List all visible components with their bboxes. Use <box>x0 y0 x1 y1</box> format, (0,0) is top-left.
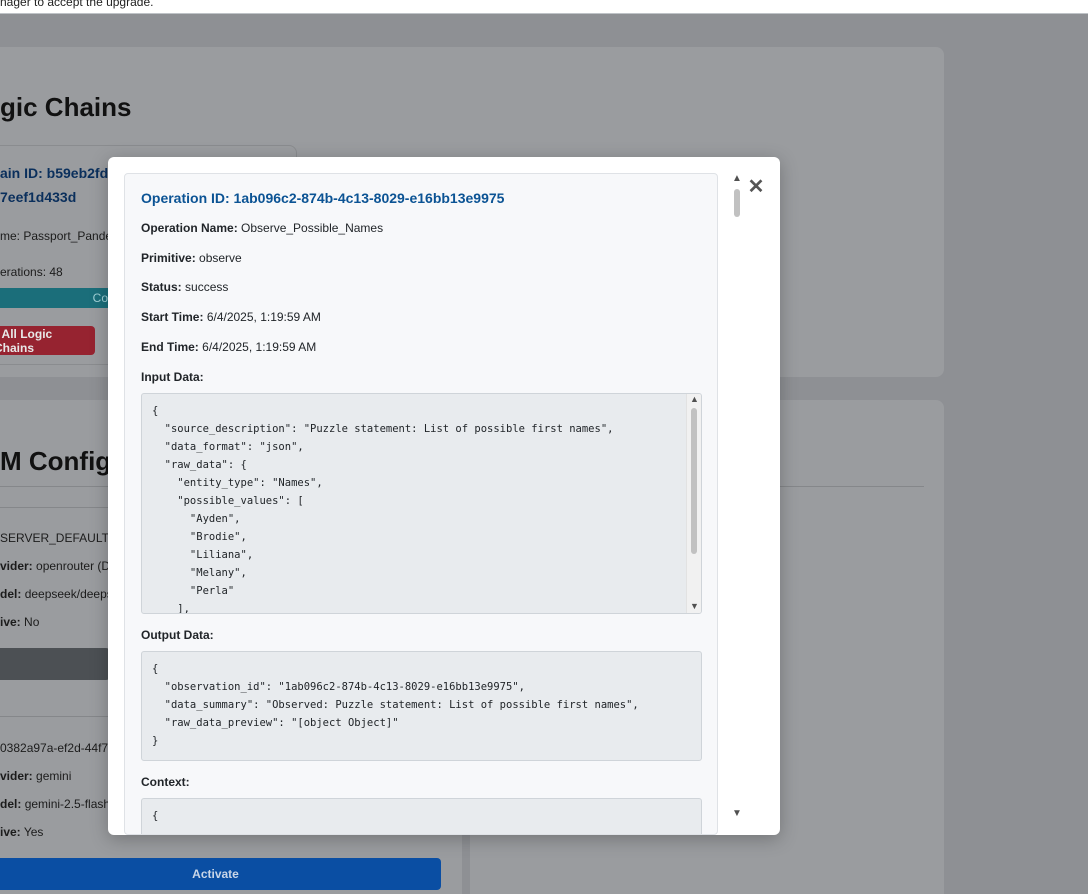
output-data-code: { "observation_id": "1ab096c2-874b-4c13-… <box>152 663 639 747</box>
logic-chains-title: gic Chains <box>0 92 132 122</box>
config1-model: del: deepseek/deepse <box>0 587 120 601</box>
divider <box>0 507 110 508</box>
input-data-code: { "source_description": "Puzzle statemen… <box>152 405 614 614</box>
config2-active: ive: Yes <box>0 825 44 839</box>
config1-button[interactable] <box>0 648 110 680</box>
status-field: Status: success <box>141 280 228 294</box>
modal-scrollbar[interactable]: ▲ ▼ <box>730 173 744 819</box>
context-label: Context: <box>141 775 190 789</box>
field-label: Start Time: <box>141 310 204 324</box>
chain-operations: erations: 48 <box>0 265 63 279</box>
input-data-label: Input Data: <box>141 370 204 384</box>
output-data-code-block[interactable]: { "observation_id": "1ab096c2-874b-4c13-… <box>141 651 702 761</box>
chain-id: ain ID: b59eb2fd <box>0 165 109 181</box>
field-value: Observe_Possible_Names <box>241 221 384 235</box>
scroll-thumb[interactable] <box>691 408 697 554</box>
field-value: 6/4/2025, 1:19:59 AM <box>206 310 321 324</box>
config1-provider: vider: openrouter (D <box>0 559 111 573</box>
field-label: Status: <box>141 280 182 294</box>
divider <box>0 486 110 487</box>
operation-card: Operation ID: 1ab096c2-874b-4c13-8029-e1… <box>124 173 718 835</box>
notification-text: nager to accept the upgrade. <box>0 0 154 9</box>
scroll-thumb[interactable] <box>734 189 740 217</box>
field-label: End Time: <box>141 340 199 354</box>
field-value: success <box>185 280 229 294</box>
chain-progress-label: Co <box>92 291 108 305</box>
chain-id-cont: 7eef1d433d <box>0 189 77 205</box>
config2-id: 0382a97a-ef2d-44f7- <box>0 741 113 755</box>
input-data-code-block[interactable]: { "source_description": "Puzzle statemen… <box>141 393 702 614</box>
notification-bar: nager to accept the upgrade. <box>0 0 1088 14</box>
field-label: Primitive: <box>141 251 196 265</box>
scroll-up-icon[interactable]: ▲ <box>730 173 744 184</box>
config1-active: ive: No <box>0 615 40 629</box>
chain-progress-bar: Co <box>0 288 110 308</box>
context-code: { <box>152 810 159 822</box>
start-time-field: Start Time: 6/4/2025, 1:19:59 AM <box>141 310 321 324</box>
code-scrollbar[interactable]: ▲ ▼ <box>686 394 701 613</box>
activate-button[interactable]: Activate <box>0 858 441 890</box>
config2-model: del: gemini-2.5-flash- <box>0 797 115 811</box>
operation-id: Operation ID: 1ab096c2-874b-4c13-8029-e1… <box>141 190 505 206</box>
scroll-down-icon[interactable]: ▼ <box>730 808 744 819</box>
scroll-down-icon[interactable]: ▼ <box>687 601 701 611</box>
primitive-field: Primitive: observe <box>141 251 242 265</box>
divider <box>0 716 110 717</box>
end-time-field: End Time: 6/4/2025, 1:19:59 AM <box>141 340 316 354</box>
close-icon[interactable]: ✕ <box>746 177 766 197</box>
output-data-label: Output Data: <box>141 628 214 642</box>
field-value: 6/4/2025, 1:19:59 AM <box>202 340 317 354</box>
operation-details-modal: Operation ID: 1ab096c2-874b-4c13-8029-e1… <box>108 157 780 835</box>
context-code-block[interactable]: { <box>141 798 702 834</box>
field-label: Operation Name: <box>141 221 238 235</box>
operation-name-field: Operation Name: Observe_Possible_Names <box>141 221 383 235</box>
field-value: observe <box>199 251 242 265</box>
clear-all-logic-chains-button[interactable]: r All Logic Chains <box>0 326 95 355</box>
config2-provider: vider: gemini <box>0 769 72 783</box>
scroll-up-icon[interactable]: ▲ <box>687 394 701 404</box>
chain-name: me: Passport_Pandem <box>0 229 123 243</box>
